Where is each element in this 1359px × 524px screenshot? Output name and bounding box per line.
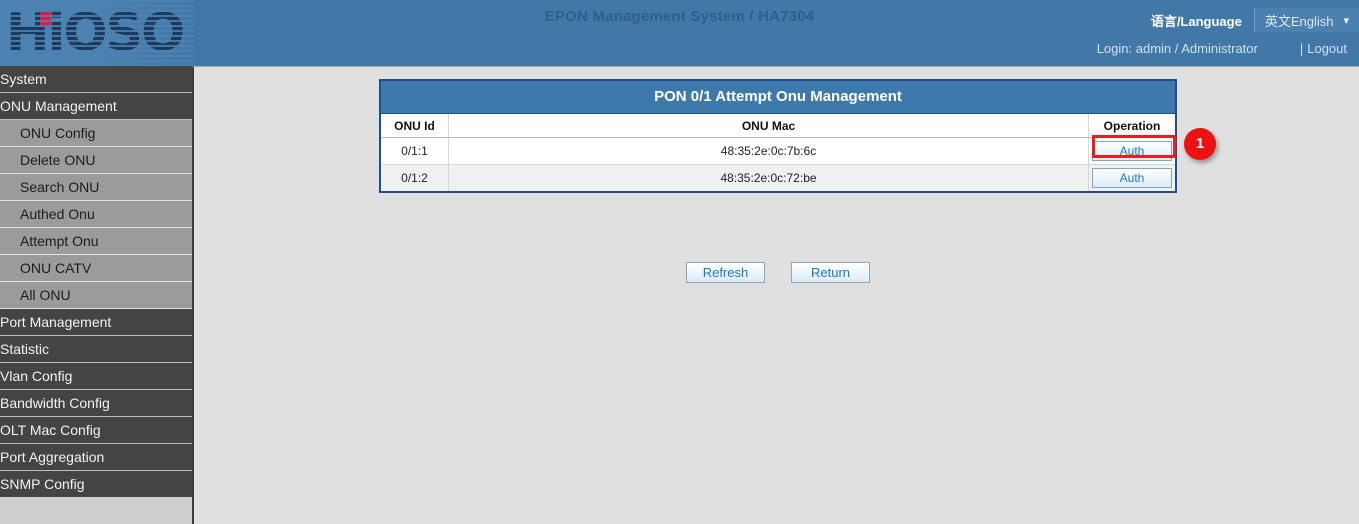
sidebar-item-snmp-config[interactable]: SNMP Config (0, 471, 192, 498)
column-header-onu-mac: ONU Mac (449, 114, 1089, 138)
app-header: HiOSO EPON Management System / HA7304 语言… (0, 0, 1359, 66)
cell-operation: Auth (1089, 138, 1176, 165)
auth-button[interactable]: Auth (1092, 168, 1172, 188)
cell-onu-id: 0/1:2 (381, 165, 449, 192)
language-selector[interactable]: 语言/Language 英文English ▾ (1151, 8, 1359, 32)
attempt-onu-table: ONU Id ONU Mac Operation 0/1:1 48:35:2e:… (381, 114, 1175, 191)
login-status-bar: Login: admin / Administrator | Logout (1097, 41, 1359, 56)
logout-link[interactable]: Logout (1307, 41, 1359, 56)
sidebar-item-all-onu[interactable]: All ONU (0, 282, 192, 309)
attempt-onu-panel: PON 0/1 Attempt Onu Management ONU Id ON… (379, 79, 1177, 193)
sidebar-item-port-management[interactable]: Port Management (0, 309, 192, 336)
sidebar-item-delete-onu[interactable]: Delete ONU (0, 147, 192, 174)
table-header-row: ONU Id ONU Mac Operation (381, 114, 1175, 138)
column-header-operation: Operation (1089, 114, 1176, 138)
sidebar-item-search-onu[interactable]: Search ONU (0, 174, 192, 201)
sidebar-item-attempt-onu[interactable]: Attempt Onu (0, 228, 192, 255)
language-dropdown[interactable]: 英文English ▾ (1254, 8, 1359, 32)
sidebar-nav: System ONU Management ONU Config Delete … (0, 66, 192, 497)
language-dropdown-value: 英文English (1265, 11, 1334, 30)
annotation-badge-1: 1 (1184, 128, 1216, 160)
cell-onu-id: 0/1:1 (381, 138, 449, 165)
sidebar-filler (0, 497, 192, 524)
sidebar-item-onu-config[interactable]: ONU Config (0, 120, 192, 147)
sidebar-item-port-aggregation[interactable]: Port Aggregation (0, 444, 192, 471)
table-row: 0/1:2 48:35:2e:0c:72:be Auth (381, 165, 1175, 192)
column-header-onu-id: ONU Id (381, 114, 449, 138)
sidebar-item-system[interactable]: System (0, 66, 192, 93)
sidebar-item-bandwidth-config[interactable]: Bandwidth Config (0, 390, 192, 417)
return-button[interactable]: Return (791, 262, 870, 283)
panel-title: PON 0/1 Attempt Onu Management (381, 81, 1175, 114)
table-row: 0/1:1 48:35:2e:0c:7b:6c Auth (381, 138, 1175, 165)
auth-button[interactable]: Auth (1092, 141, 1172, 161)
login-user-text: Login: admin / Administrator (1097, 41, 1258, 56)
cell-onu-mac: 48:35:2e:0c:72:be (449, 165, 1089, 192)
cell-onu-mac: 48:35:2e:0c:7b:6c (449, 138, 1089, 165)
logout-separator: | (1258, 41, 1307, 56)
main-content: PON 0/1 Attempt Onu Management ONU Id ON… (192, 66, 1359, 524)
sidebar-item-onu-catv[interactable]: ONU CATV (0, 255, 192, 282)
cell-operation: Auth (1089, 165, 1176, 192)
sidebar-item-authed-onu[interactable]: Authed Onu (0, 201, 192, 228)
panel-actions: Refresh Return (379, 262, 1177, 283)
sidebar-item-olt-mac-config[interactable]: OLT Mac Config (0, 417, 192, 444)
language-label: 语言/Language (1151, 11, 1254, 30)
sidebar-item-onu-management[interactable]: ONU Management (0, 93, 192, 120)
sidebar-item-statistic[interactable]: Statistic (0, 336, 192, 363)
chevron-down-icon: ▾ (1343, 14, 1349, 27)
refresh-button[interactable]: Refresh (686, 262, 765, 283)
sidebar-item-vlan-config[interactable]: Vlan Config (0, 363, 192, 390)
